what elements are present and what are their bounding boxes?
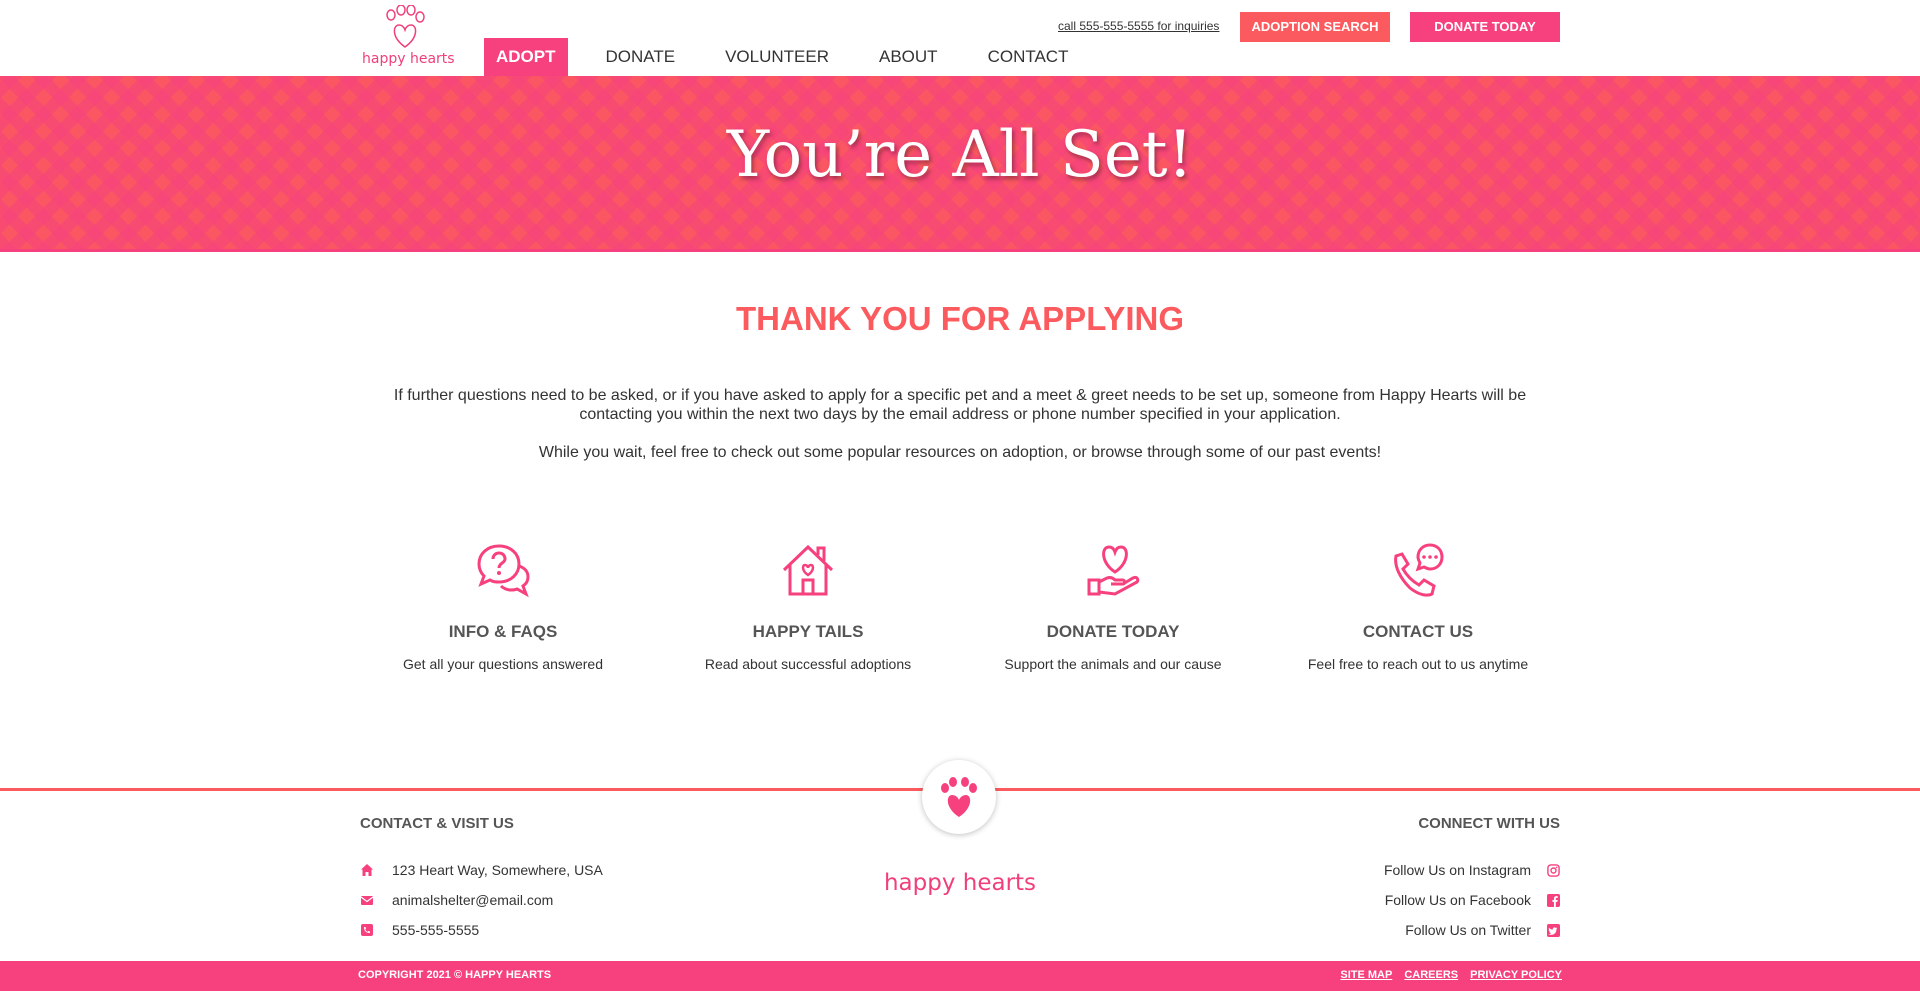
contact-heading: CONTACT & VISIT US [360,815,514,832]
footer-links: SITE MAP CAREERS PRIVACY POLICY [1328,969,1562,981]
twitter-label: Follow Us on Twitter [1405,922,1531,938]
phone-text: 555-555-5555 [392,922,480,938]
logo-text: happy hearts [362,51,455,67]
paw-heart-logo-icon [386,5,425,48]
twitter-icon [1547,923,1560,937]
site-map-link[interactable]: SITE MAP [1340,969,1392,981]
privacy-policy-link[interactable]: PRIVACY POLICY [1470,969,1562,981]
phone-icon [361,924,373,936]
donate-today-button[interactable]: DONATE TODAY [1410,12,1560,42]
nav-volunteer[interactable]: VOLUNTEER [713,38,841,76]
intro-paragraph: If further questions need to be asked, o… [393,387,1527,423]
nav-about[interactable]: ABOUT [867,38,950,76]
feature-description: Support the animals and our cause [1004,656,1222,672]
paw-heart-icon [941,777,977,817]
contact-phone[interactable]: 555-555-5555 [360,922,479,938]
careers-link[interactable]: CAREERS [1404,969,1458,981]
hero-title: You’re All Set! [726,118,1194,192]
facebook-icon [1547,893,1560,907]
instagram-icon [1547,863,1560,877]
nav-contact[interactable]: CONTACT [976,38,1081,76]
social-twitter[interactable]: Follow Us on Twitter [1405,922,1560,938]
adoption-search-button[interactable]: ADOPTION SEARCH [1240,12,1390,42]
feature-description: Get all your questions answered [403,656,603,672]
resources-paragraph: While you wait, feel free to check out s… [538,444,1382,461]
feature-title: CONTACT US [1362,622,1474,641]
feature-info-faqs[interactable]: INFO & FAQS Get all your questions answe… [368,542,638,672]
logo[interactable]: happy hearts [360,5,455,69]
facebook-label: Follow Us on Facebook [1384,892,1531,908]
social-facebook[interactable]: Follow Us on Facebook [1385,892,1560,908]
feature-contact-us[interactable]: CONTACT US Feel free to reach out to us … [1283,542,1553,672]
nav-donate[interactable]: DONATE [594,38,688,76]
social-instagram[interactable]: Follow Us on Instagram [1384,862,1560,878]
footer-bottom-bar: COPYRIGHT 2021 © HAPPY HEARTS SITE MAP C… [0,961,1920,991]
feature-title: DONATE TODAY [1046,622,1180,641]
phone-chat-icon [1394,543,1444,597]
feature-description: Feel free to reach out to us anytime [1307,656,1529,672]
house-heart-icon [782,544,834,596]
nav-adopt[interactable]: ADOPT [484,38,568,76]
page-title: THANK YOU FOR APPLYING [736,300,1184,337]
main-nav: ADOPT DONATE VOLUNTEER ABOUT CONTACT [484,38,1106,76]
site-header: happy hearts ADOPT DONATE VOLUNTEER ABOU… [0,0,1920,76]
instagram-label: Follow Us on Instagram [1383,862,1531,878]
footer-paw-badge [922,760,996,834]
footer-logo-text: happy hearts [883,870,1037,896]
feature-donate-today[interactable]: DONATE TODAY Support the animals and our… [978,542,1248,672]
feature-title: HAPPY TAILS [752,622,864,641]
connect-heading: CONNECT WITH US [1418,815,1560,832]
feature-happy-tails[interactable]: HAPPY TAILS Read about successful adopti… [673,542,943,672]
copyright-text: COPYRIGHT 2021 © HAPPY HEARTS [358,969,552,981]
feature-title: INFO & FAQS [448,622,558,641]
hand-heart-icon [1087,545,1140,596]
phone-inquiry-link[interactable]: call 555-555-5555 for inquiries [1058,19,1219,33]
hero-banner: You’re All Set! [0,76,1920,252]
question-chat-icon [477,544,530,598]
feature-description: Read about successful adoptions [704,656,912,672]
